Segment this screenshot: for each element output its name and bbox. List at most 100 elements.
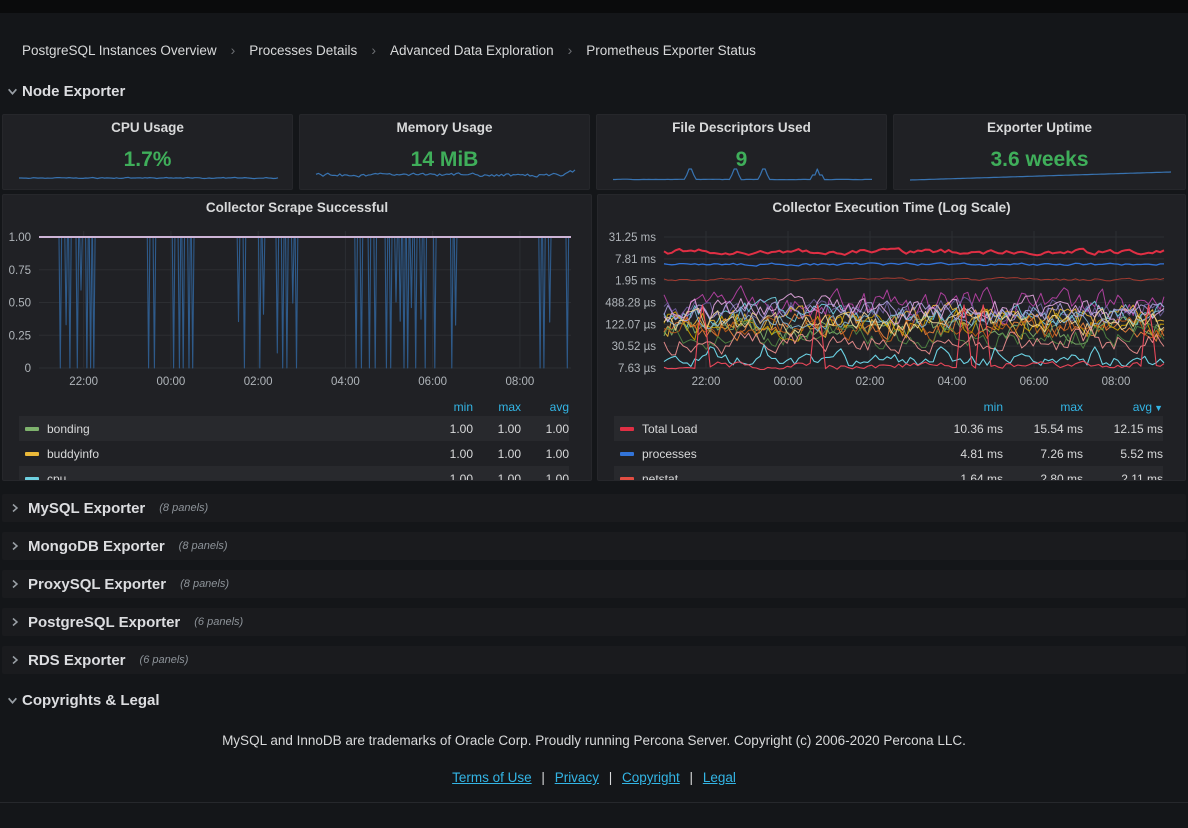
legend-sort-min[interactable]: min	[425, 400, 473, 414]
legend-max-value: 1.00	[473, 472, 521, 482]
svg-text:06:00: 06:00	[418, 376, 447, 388]
legend-series-toggle[interactable]: netstat	[614, 472, 923, 482]
svg-text:7.63 µs: 7.63 µs	[618, 363, 656, 375]
legal-links: Terms of Use | Privacy | Copyright | Leg…	[0, 770, 1188, 785]
svg-text:00:00: 00:00	[157, 376, 186, 388]
section-title: Copyrights & Legal	[22, 692, 160, 709]
legend-series-name: cpu	[47, 472, 66, 482]
svg-text:06:00: 06:00	[1020, 376, 1049, 388]
svg-text:30.52 µs: 30.52 µs	[612, 341, 657, 353]
link-terms-of-use[interactable]: Terms of Use	[452, 770, 532, 785]
section-postgresql-exporter[interactable]: PostgreSQL Exporter (6 panels)	[2, 608, 1186, 636]
sparkline	[597, 115, 887, 190]
panel-cpu-usage: CPU Usage 1.7%	[2, 114, 293, 190]
link-privacy[interactable]: Privacy	[555, 770, 599, 785]
legend-min-value: 10.36 ms	[923, 422, 1003, 436]
sparkline	[894, 115, 1186, 190]
legend-sort-avg[interactable]: avg▼	[1083, 400, 1163, 414]
chevron-right-icon	[2, 503, 28, 513]
legend-avg-value: 2.11 ms	[1083, 472, 1163, 482]
breadcrumb-item-processes[interactable]: Processes Details	[249, 43, 357, 58]
breadcrumb-item-exporter-status[interactable]: Prometheus Exporter Status	[586, 43, 756, 58]
legend-min-value: 1.00	[425, 472, 473, 482]
legend-row: netstat 1.64 ms 2.80 ms 2.11 ms	[614, 466, 1163, 481]
panel-count: (6 panels)	[194, 616, 243, 628]
legend-series-toggle[interactable]: buddyinfo	[19, 447, 425, 461]
legend-series-name: processes	[642, 447, 697, 461]
section-title: MongoDB Exporter	[28, 538, 165, 555]
legend-series-toggle[interactable]: bonding	[19, 422, 425, 436]
graph-legend: min max avg bonding 1.00 1.00 1.00 buddy…	[19, 398, 569, 481]
section-title: RDS Exporter	[28, 652, 126, 669]
svg-text:22:00: 22:00	[692, 376, 721, 388]
legend-min-value: 1.00	[425, 422, 473, 436]
legend-row: processes 4.81 ms 7.26 ms 5.52 ms	[614, 441, 1163, 466]
svg-text:0.75: 0.75	[9, 265, 31, 277]
legend-series-name: bonding	[47, 422, 90, 436]
sparkline	[300, 115, 590, 190]
section-rds-exporter[interactable]: RDS Exporter (6 panels)	[2, 646, 1186, 674]
link-separator: |	[541, 770, 545, 785]
section-mongodb-exporter[interactable]: MongoDB Exporter (8 panels)	[2, 532, 1186, 560]
chevron-down-icon	[2, 695, 22, 706]
breadcrumb-separator-icon: ›	[231, 42, 236, 58]
chevron-right-icon	[2, 617, 28, 627]
section-node-exporter[interactable]: Node Exporter	[2, 78, 125, 104]
legend-header: min max avg	[19, 398, 569, 416]
svg-text:1.95 ms: 1.95 ms	[615, 276, 656, 288]
legend-header: min max avg▼	[614, 398, 1163, 416]
link-separator: |	[609, 770, 613, 785]
legend-series-name: buddyinfo	[47, 447, 99, 461]
top-bar	[0, 0, 1188, 13]
chevron-right-icon	[2, 541, 28, 551]
svg-text:0.50: 0.50	[9, 298, 31, 310]
legend-max-value: 15.54 ms	[1003, 422, 1083, 436]
legend-series-toggle[interactable]: Total Load	[614, 422, 923, 436]
panel-memory-usage: Memory Usage 14 MiB	[299, 114, 590, 190]
breadcrumb-item-exploration[interactable]: Advanced Data Exploration	[390, 43, 554, 58]
legend-series-toggle[interactable]: processes	[614, 447, 923, 461]
legend-row: buddyinfo 1.00 1.00 1.00	[19, 441, 569, 466]
series-color-swatch	[25, 477, 39, 481]
dashboard-page: PostgreSQL Instances Overview › Processe…	[0, 0, 1188, 828]
sparkline	[3, 115, 293, 190]
panel-count: (8 panels)	[179, 540, 228, 552]
breadcrumb-separator-icon: ›	[371, 42, 376, 58]
graph-legend: min max avg▼ Total Load 10.36 ms 15.54 m…	[614, 398, 1163, 481]
sort-caret-icon: ▼	[1154, 403, 1163, 413]
bottom-divider	[0, 802, 1188, 803]
breadcrumb-item-overview[interactable]: PostgreSQL Instances Overview	[22, 43, 217, 58]
svg-text:1.00: 1.00	[9, 232, 31, 244]
legend-max-value: 7.26 ms	[1003, 447, 1083, 461]
svg-text:02:00: 02:00	[244, 376, 273, 388]
legend-avg-value: 1.00	[521, 472, 569, 482]
legend-avg-value: 1.00	[521, 447, 569, 461]
svg-text:22:00: 22:00	[69, 376, 98, 388]
link-copyright[interactable]: Copyright	[622, 770, 680, 785]
series-color-swatch	[620, 452, 634, 456]
link-legal[interactable]: Legal	[703, 770, 736, 785]
svg-text:31.25 ms: 31.25 ms	[609, 232, 657, 244]
legend-sort-avg[interactable]: avg	[521, 400, 569, 414]
svg-text:0.25: 0.25	[9, 330, 31, 342]
chevron-right-icon	[2, 579, 28, 589]
legend-sort-max[interactable]: max	[1003, 400, 1083, 414]
legend-row: bonding 1.00 1.00 1.00	[19, 416, 569, 441]
legend-series-toggle[interactable]: cpu	[19, 472, 425, 482]
section-mysql-exporter[interactable]: MySQL Exporter (8 panels)	[2, 494, 1186, 522]
svg-text:02:00: 02:00	[856, 376, 885, 388]
legend-sort-max[interactable]: max	[473, 400, 521, 414]
section-copyrights-legal[interactable]: Copyrights & Legal	[2, 687, 160, 713]
link-separator: |	[690, 770, 694, 785]
section-proxysql-exporter[interactable]: ProxySQL Exporter (8 panels)	[2, 570, 1186, 598]
svg-text:00:00: 00:00	[774, 376, 803, 388]
panel-count: (8 panels)	[180, 578, 229, 590]
svg-text:488.28 µs: 488.28 µs	[605, 298, 656, 310]
series-color-swatch	[620, 427, 634, 431]
chevron-down-icon	[2, 86, 22, 97]
legend-sort-min[interactable]: min	[923, 400, 1003, 414]
breadcrumb-separator-icon: ›	[568, 42, 573, 58]
panel-count: (8 panels)	[159, 502, 208, 514]
svg-text:08:00: 08:00	[506, 376, 535, 388]
legend-series-name: Total Load	[642, 422, 697, 436]
